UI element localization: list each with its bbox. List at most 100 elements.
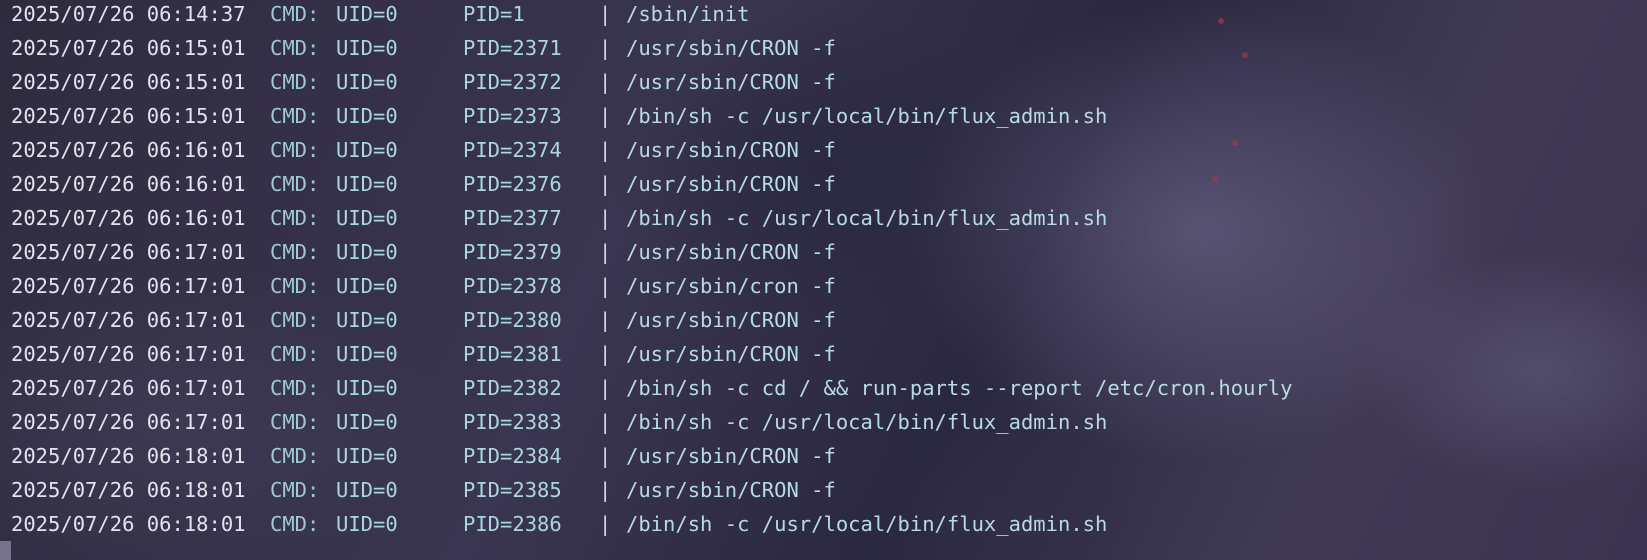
log-tag: CMD: (270, 138, 320, 162)
log-pid: PID=2382 (463, 376, 562, 400)
log-timestamp: 2025/07/26 06:16:01 (11, 172, 246, 196)
log-separator: | (599, 104, 612, 128)
log-uid: UID=0 (336, 376, 398, 400)
log-pid: PID=2381 (463, 342, 562, 366)
log-tag: CMD: (270, 478, 320, 502)
log-tag: CMD: (270, 104, 320, 128)
log-uid: UID=0 (336, 70, 398, 94)
log-separator: | (599, 444, 612, 468)
terminal-line: 2025/07/26 06:15:01 CMD: UID=0 PID=2371 | /us… (11, 34, 1647, 68)
log-uid: UID=0 (336, 410, 398, 434)
log-tag: CMD: (270, 70, 320, 94)
terminal-line: 2025/07/26 06:15:01 CMD: UID=0 PID=2372 | /us… (11, 68, 1647, 102)
log-separator: | (599, 36, 612, 60)
terminal-output[interactable]: 2025/07/26 06:14:37 CMD: UID=0 PID=1 | /sbin/… (11, 0, 1647, 560)
log-command: /usr/sbin/CRON -f (626, 342, 836, 366)
log-command: /usr/sbin/CRON -f (626, 240, 836, 264)
log-tag: CMD: (270, 172, 320, 196)
log-command: /usr/sbin/cron -f (626, 274, 836, 298)
log-command: /bin/sh -c /usr/local/bin/flux_admin.sh (626, 104, 1108, 128)
log-timestamp: 2025/07/26 06:17:01 (11, 410, 246, 434)
log-pid: PID=2380 (463, 308, 562, 332)
log-pid: PID=1 (463, 2, 525, 26)
log-command: /bin/sh -c /usr/local/bin/flux_admin.sh (626, 512, 1108, 536)
terminal-cursor (0, 541, 11, 560)
log-uid: UID=0 (336, 240, 398, 264)
log-command: /sbin/init (626, 2, 750, 26)
log-uid: UID=0 (336, 36, 398, 60)
log-separator: | (599, 478, 612, 502)
log-separator: | (599, 410, 612, 434)
log-command: /bin/sh -c /usr/local/bin/flux_admin.sh (626, 206, 1108, 230)
log-timestamp: 2025/07/26 06:17:01 (11, 308, 246, 332)
log-separator: | (599, 308, 612, 332)
log-timestamp: 2025/07/26 06:17:01 (11, 274, 246, 298)
terminal-line: 2025/07/26 06:15:01 CMD: UID=0 PID=2373 | /bi… (11, 102, 1647, 136)
log-pid: PID=2379 (463, 240, 562, 264)
log-uid: UID=0 (336, 512, 398, 536)
log-command: /usr/sbin/CRON -f (626, 36, 836, 60)
terminal-line: 2025/07/26 06:16:01 CMD: UID=0 PID=2377 | /bi… (11, 204, 1647, 238)
log-separator: | (599, 376, 612, 400)
log-tag: CMD: (270, 240, 320, 264)
log-tag: CMD: (270, 512, 320, 536)
terminal-line: 2025/07/26 06:14:37 CMD: UID=0 PID=1 | /sbin/… (11, 0, 1647, 34)
log-command: /usr/sbin/CRON -f (626, 444, 836, 468)
log-separator: | (599, 70, 612, 94)
terminal-line: 2025/07/26 06:18:01 CMD: UID=0 PID=2386 | /bi… (11, 510, 1647, 544)
log-tag: CMD: (270, 342, 320, 366)
log-pid: PID=2384 (463, 444, 562, 468)
log-pid: PID=2373 (463, 104, 562, 128)
log-separator: | (599, 240, 612, 264)
log-uid: UID=0 (336, 2, 398, 26)
log-timestamp: 2025/07/26 06:16:01 (11, 138, 246, 162)
terminal-line: 2025/07/26 06:18:01 CMD: UID=0 PID=2384 | /us… (11, 442, 1647, 476)
log-timestamp: 2025/07/26 06:18:01 (11, 512, 246, 536)
log-timestamp: 2025/07/26 06:17:01 (11, 376, 246, 400)
terminal-line: 2025/07/26 06:17:01 CMD: UID=0 PID=2381 | /us… (11, 340, 1647, 374)
log-pid: PID=2385 (463, 478, 562, 502)
terminal-line: 2025/07/26 06:16:01 CMD: UID=0 PID=2374 | /us… (11, 136, 1647, 170)
log-separator: | (599, 274, 612, 298)
log-timestamp: 2025/07/26 06:18:01 (11, 444, 246, 468)
log-separator: | (599, 138, 612, 162)
log-tag: CMD: (270, 308, 320, 332)
log-uid: UID=0 (336, 138, 398, 162)
log-uid: UID=0 (336, 478, 398, 502)
log-command: /bin/sh -c cd / && run-parts --report /e… (626, 376, 1293, 400)
log-pid: PID=2386 (463, 512, 562, 536)
log-command: /usr/sbin/CRON -f (626, 308, 836, 332)
log-uid: UID=0 (336, 444, 398, 468)
log-tag: CMD: (270, 274, 320, 298)
log-pid: PID=2371 (463, 36, 562, 60)
log-uid: UID=0 (336, 274, 398, 298)
log-uid: UID=0 (336, 308, 398, 332)
log-tag: CMD: (270, 444, 320, 468)
terminal-line: 2025/07/26 06:16:01 CMD: UID=0 PID=2376 | /us… (11, 170, 1647, 204)
log-separator: | (599, 512, 612, 536)
log-timestamp: 2025/07/26 06:15:01 (11, 104, 246, 128)
log-tag: CMD: (270, 206, 320, 230)
terminal-line: 2025/07/26 06:17:01 CMD: UID=0 PID=2382 | /bi… (11, 374, 1647, 408)
log-uid: UID=0 (336, 104, 398, 128)
terminal-line: 2025/07/26 06:17:01 CMD: UID=0 PID=2379 | /us… (11, 238, 1647, 272)
log-tag: CMD: (270, 36, 320, 60)
log-separator: | (599, 206, 612, 230)
terminal-line: 2025/07/26 06:17:01 CMD: UID=0 PID=2383 | /bi… (11, 408, 1647, 442)
log-separator: | (599, 342, 612, 366)
log-timestamp: 2025/07/26 06:17:01 (11, 342, 246, 366)
log-tag: CMD: (270, 376, 320, 400)
log-separator: | (599, 2, 612, 26)
log-uid: UID=0 (336, 342, 398, 366)
log-uid: UID=0 (336, 206, 398, 230)
log-command: /usr/sbin/CRON -f (626, 70, 836, 94)
log-pid: PID=2376 (463, 172, 562, 196)
log-pid: PID=2383 (463, 410, 562, 434)
log-command: /usr/sbin/CRON -f (626, 172, 836, 196)
log-uid: UID=0 (336, 172, 398, 196)
log-pid: PID=2372 (463, 70, 562, 94)
terminal-line: 2025/07/26 06:17:01 CMD: UID=0 PID=2380 | /us… (11, 306, 1647, 340)
log-timestamp: 2025/07/26 06:18:01 (11, 478, 246, 502)
log-timestamp: 2025/07/26 06:17:01 (11, 240, 246, 264)
terminal-line: 2025/07/26 06:17:01 CMD: UID=0 PID=2378 | /us… (11, 272, 1647, 306)
